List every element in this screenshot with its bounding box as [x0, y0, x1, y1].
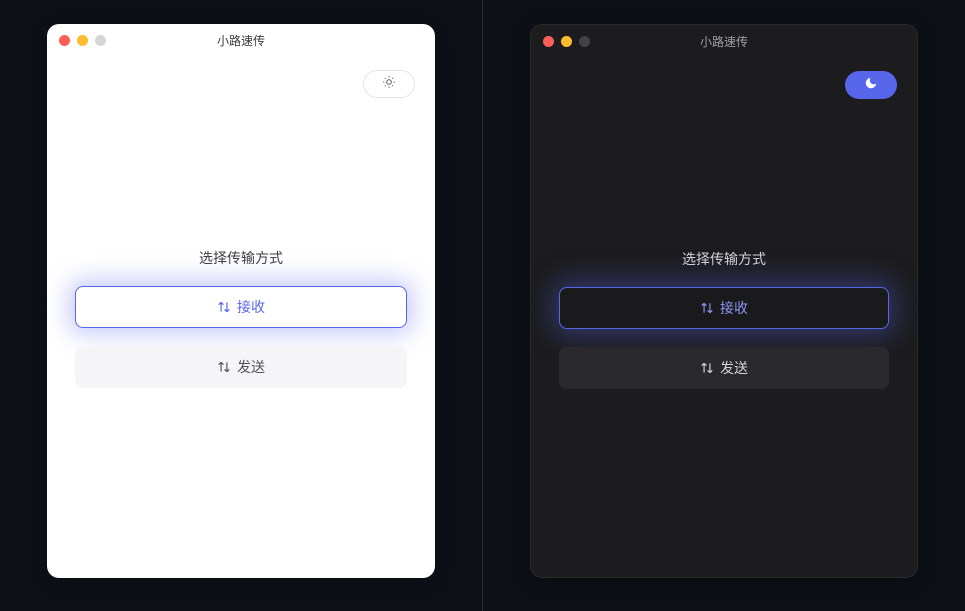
send-button[interactable]: 发送	[559, 347, 889, 389]
window-title: 小路速传	[531, 33, 917, 50]
send-button[interactable]: 发送	[75, 346, 407, 388]
app-window-light: 小路速传	[47, 24, 435, 578]
window-title: 小路速传	[47, 32, 435, 49]
app-window-dark: 小路速传 选择传输方式 接收	[530, 24, 918, 578]
main-content: 选择传输方式 接收 发送	[531, 249, 917, 389]
mode-heading: 选择传输方式	[75, 248, 407, 268]
titlebar: 小路速传	[47, 24, 435, 56]
theme-toggle-button[interactable]	[363, 70, 415, 98]
swap-icon	[700, 361, 714, 375]
swap-icon	[700, 301, 714, 315]
receive-button-label: 接收	[720, 298, 748, 318]
titlebar: 小路速传	[531, 25, 917, 57]
theme-toggle-row	[47, 56, 435, 98]
mode-heading: 选择传输方式	[559, 249, 889, 269]
send-button-label: 发送	[237, 357, 265, 377]
moon-icon	[864, 76, 878, 95]
main-content: 选择传输方式 接收 发送	[47, 248, 435, 388]
theme-toggle-row	[531, 57, 917, 99]
swap-icon	[217, 300, 231, 314]
receive-button-label: 接收	[237, 297, 265, 317]
swap-icon	[217, 360, 231, 374]
theme-toggle-button[interactable]	[845, 71, 897, 99]
dark-theme-preview: 小路速传 选择传输方式 接收	[483, 0, 965, 611]
receive-button[interactable]: 接收	[559, 287, 889, 329]
send-button-label: 发送	[720, 358, 748, 378]
receive-button[interactable]: 接收	[75, 286, 407, 328]
light-theme-preview: 小路速传	[0, 0, 483, 611]
sun-icon	[382, 75, 396, 94]
